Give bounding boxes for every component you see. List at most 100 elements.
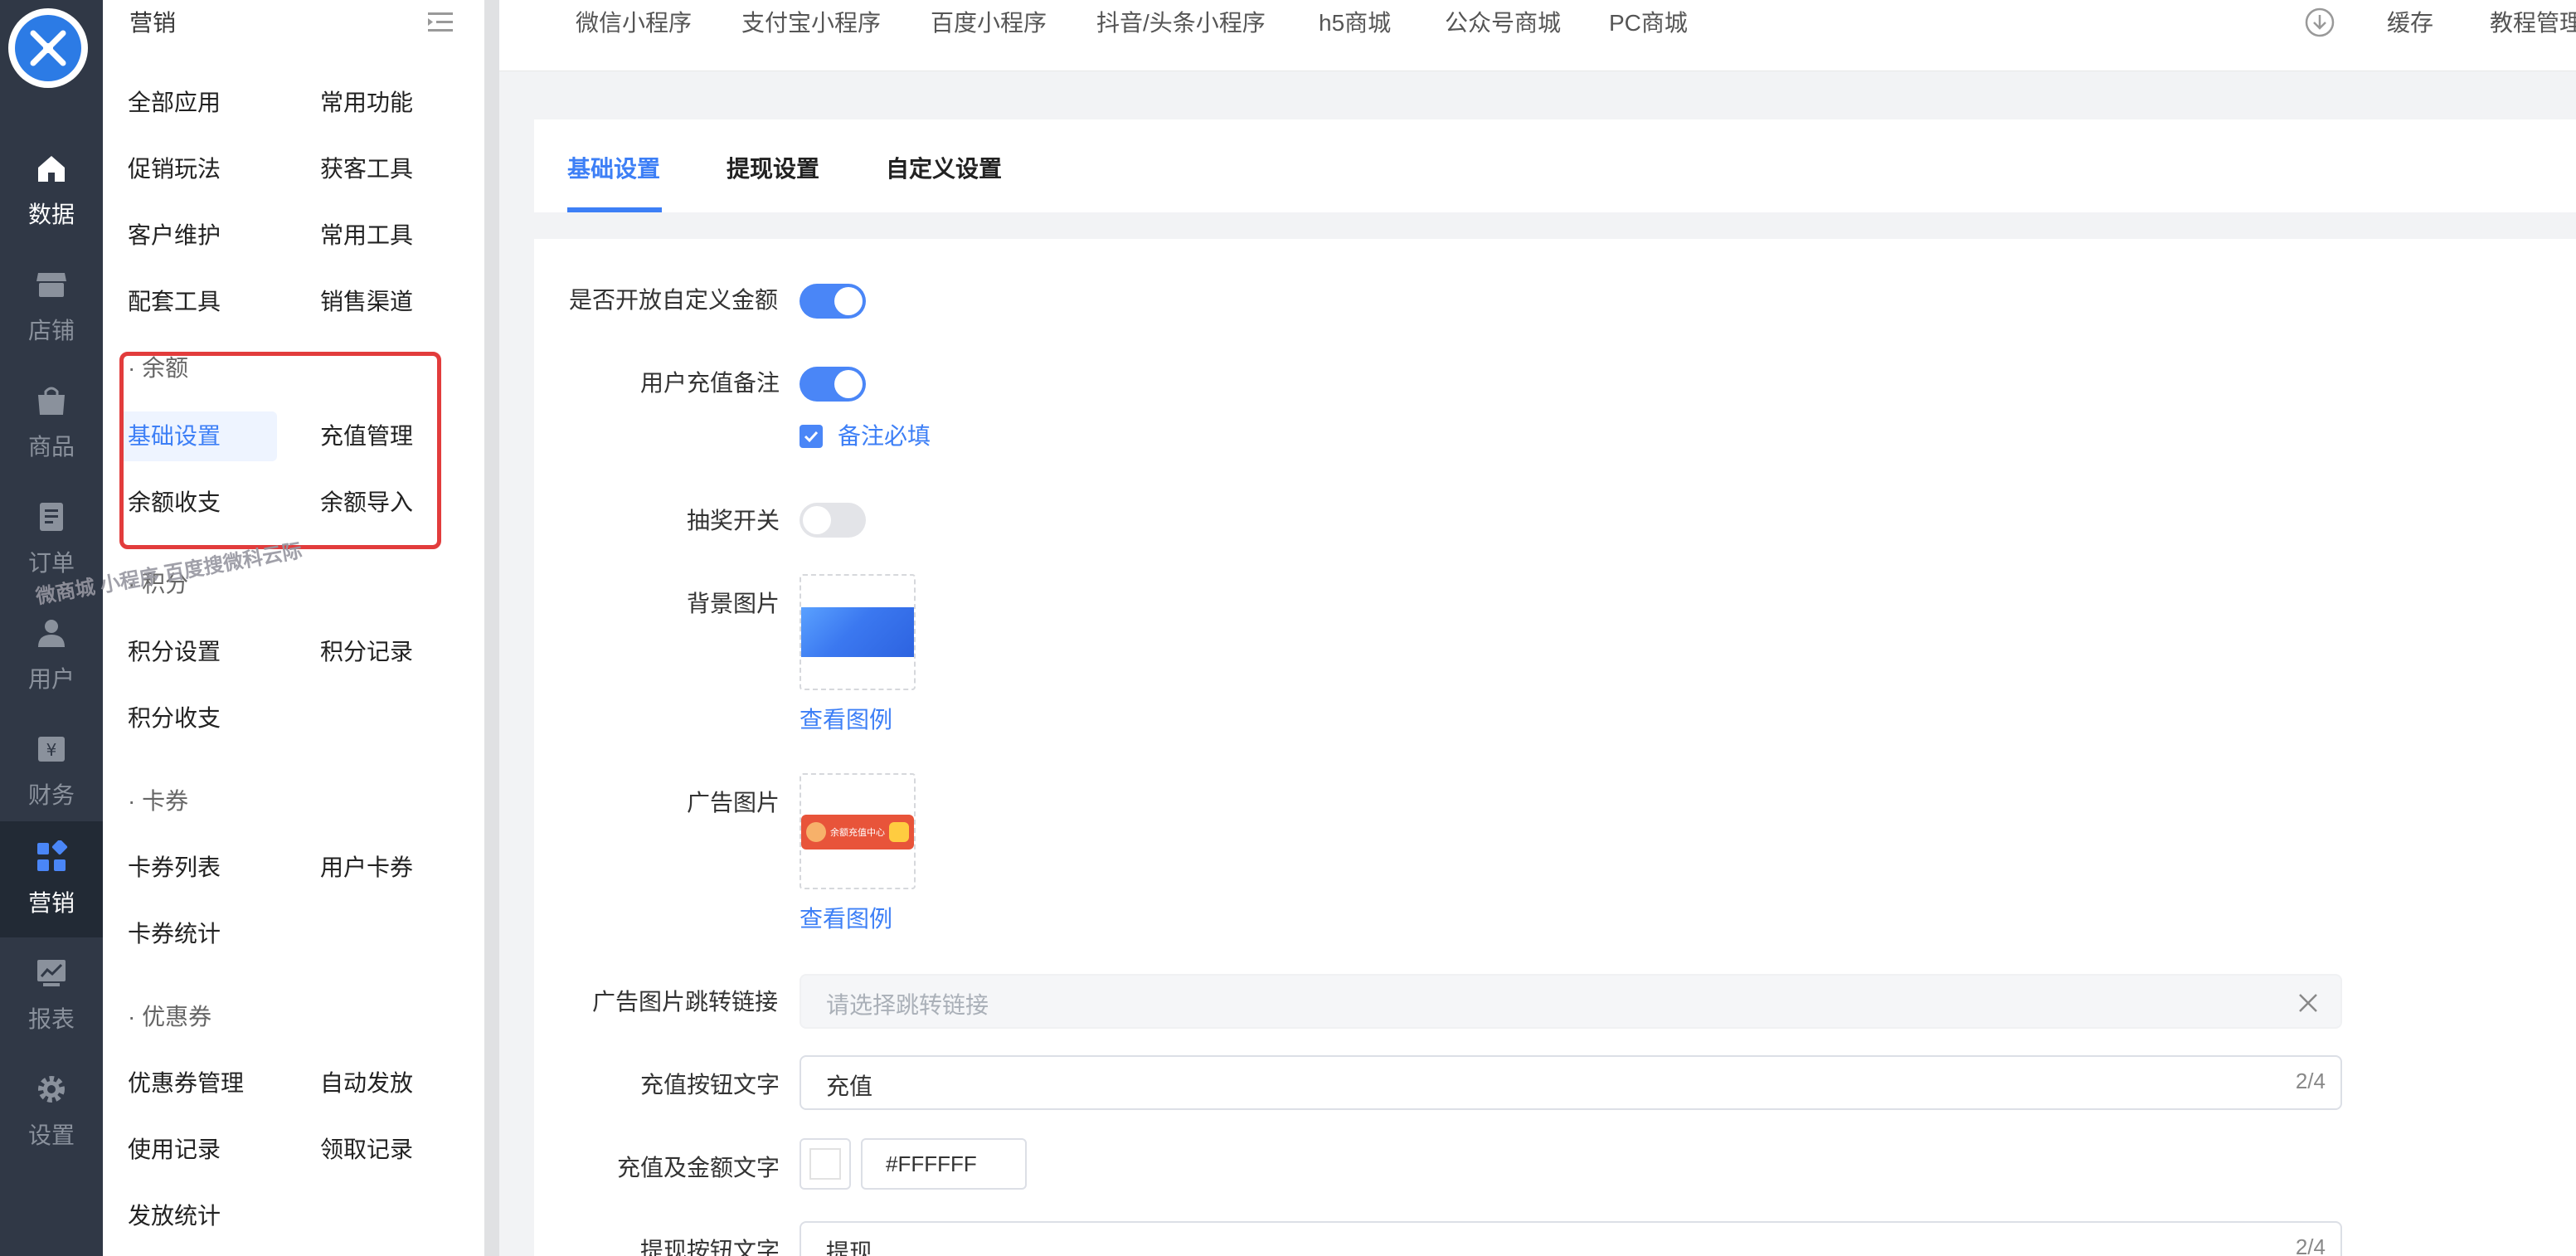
- nav-label: 报表: [27, 1006, 75, 1032]
- gift-icon: [889, 822, 909, 842]
- menu-link-points-ledger[interactable]: 积分收支: [128, 702, 221, 735]
- close-icon[interactable]: [2296, 991, 2321, 1015]
- ad-image-label: 广告图片: [687, 790, 780, 815]
- settings-tabs: 基础设置 提现设置 自定义设置: [534, 119, 2576, 212]
- nav-label: 营销: [27, 890, 75, 916]
- toggle-knob: [803, 506, 831, 534]
- user-remark-toggle[interactable]: [800, 367, 866, 402]
- tutorial-management-button[interactable]: 教程管理: [2490, 5, 2576, 38]
- annotation-highlight-box: [119, 352, 441, 549]
- recharge-color-label: 充值及金额文字: [617, 1155, 780, 1181]
- menu-link-card-list[interactable]: 卡券列表: [128, 851, 221, 884]
- ad-image-preview: 余额充值中心: [801, 815, 914, 850]
- withdraw-button-text-value: 提现: [826, 1239, 873, 1256]
- tab-withdraw-settings[interactable]: 提现设置: [727, 151, 819, 184]
- group-title-cards: · 卡券: [128, 788, 189, 814]
- home-icon: [38, 156, 65, 182]
- nav-label: 订单: [27, 550, 75, 576]
- coin-icon: [806, 822, 826, 842]
- lottery-toggle[interactable]: [800, 503, 866, 538]
- recharge-button-text-count: 2/4: [2295, 1069, 2326, 1093]
- panel-splitter[interactable]: [484, 0, 499, 1256]
- logo-icon: [15, 15, 81, 81]
- gear-icon: [38, 1076, 65, 1103]
- collapse-menu-icon[interactable]: [425, 7, 456, 38]
- tab-baidu-miniprogram[interactable]: 百度小程序: [931, 5, 1047, 38]
- download-icon[interactable]: [2304, 7, 2335, 38]
- nav-item-marketing[interactable]: 营销: [0, 821, 103, 937]
- checkmark-icon: [804, 431, 819, 443]
- nav-item-data[interactable]: 数据: [0, 133, 103, 249]
- toggle-knob: [834, 370, 863, 398]
- chart-icon: [37, 960, 66, 986]
- svg-text:¥: ¥: [46, 740, 57, 760]
- color-swatch-preview: [809, 1148, 841, 1180]
- ad-link-placeholder: 请选择跳转链接: [826, 992, 989, 1018]
- user-remark-label: 用户充值备注: [640, 370, 780, 396]
- menu-link-usage-records[interactable]: 使用记录: [128, 1133, 221, 1166]
- menu-link-claim-records[interactable]: 领取记录: [320, 1133, 413, 1166]
- ad-image-upload[interactable]: 余额充值中心: [800, 773, 916, 889]
- nav-item-users[interactable]: 用户: [0, 597, 103, 713]
- menu-link-points-settings[interactable]: 积分设置: [128, 635, 221, 669]
- app-logo[interactable]: [8, 8, 88, 88]
- withdraw-button-text-input[interactable]: 提现 2/4: [800, 1221, 2342, 1256]
- tab-pc-mall[interactable]: PC商城: [1609, 5, 1688, 38]
- nav-item-goods[interactable]: 商品: [0, 365, 103, 481]
- tab-wechat-miniprogram[interactable]: 微信小程序: [576, 5, 692, 38]
- custom-amount-toggle[interactable]: [800, 284, 866, 319]
- menu-link-user-cards[interactable]: 用户卡券: [320, 851, 413, 884]
- withdraw-button-text-count: 2/4: [2295, 1234, 2326, 1256]
- menu-link-points-records[interactable]: 积分记录: [320, 635, 413, 669]
- menu-link-common-functions[interactable]: 常用功能: [320, 86, 413, 119]
- finance-icon: ¥: [38, 737, 65, 762]
- bag-icon: [38, 387, 65, 415]
- menu-link-card-stats[interactable]: 卡券统计: [128, 918, 221, 951]
- menu-link-coupon-management[interactable]: 优惠券管理: [128, 1067, 244, 1100]
- nav-label: 用户: [27, 666, 75, 692]
- recharge-color-input[interactable]: #FFFFFF: [861, 1138, 1027, 1190]
- nav-item-reports[interactable]: 报表: [0, 937, 103, 1054]
- nav-item-finance[interactable]: ¥ 财务: [0, 713, 103, 830]
- tab-h5-mall[interactable]: h5商城: [1319, 5, 1391, 38]
- bg-image-label: 背景图片: [687, 591, 780, 616]
- tab-basic-settings[interactable]: 基础设置: [567, 151, 660, 184]
- nav-label: 商品: [27, 434, 75, 460]
- remark-required-label[interactable]: 备注必填: [838, 418, 931, 451]
- active-tab-underline: [567, 207, 662, 212]
- menu-link-common-tools[interactable]: 常用工具: [320, 219, 413, 252]
- cache-button[interactable]: 缓存: [2387, 5, 2433, 38]
- remark-required-checkbox[interactable]: [800, 425, 823, 448]
- bg-image-upload[interactable]: [800, 574, 916, 690]
- recharge-button-text-input[interactable]: 充值 2/4: [800, 1055, 2342, 1110]
- nav-label: 设置: [27, 1122, 75, 1148]
- recharge-color-picker[interactable]: [800, 1138, 851, 1190]
- menu-title: 营销: [129, 10, 177, 36]
- nav-label: 数据: [27, 202, 75, 227]
- toggle-knob: [834, 287, 863, 315]
- tab-custom-settings[interactable]: 自定义设置: [886, 151, 1002, 184]
- tab-douyin-miniprogram[interactable]: 抖音/头条小程序: [1096, 5, 1266, 38]
- tab-official-account-mall[interactable]: 公众号商城: [1445, 5, 1561, 38]
- menu-link-all-apps[interactable]: 全部应用: [128, 86, 221, 119]
- menu-link-support-tools[interactable]: 配套工具: [128, 285, 221, 319]
- menu-link-promotions[interactable]: 促销玩法: [128, 153, 221, 186]
- bg-image-preview: [801, 607, 914, 657]
- menu-link-sales-channels[interactable]: 销售渠道: [320, 285, 413, 319]
- menu-link-acquisition[interactable]: 获客工具: [320, 153, 413, 186]
- grid-icon: [37, 840, 68, 871]
- menu-link-customer-care[interactable]: 客户维护: [128, 219, 221, 252]
- nav-item-settings[interactable]: 设置: [0, 1054, 103, 1170]
- ad-link-select[interactable]: 请选择跳转链接: [800, 974, 2342, 1029]
- custom-amount-label: 是否开放自定义金额: [569, 287, 779, 313]
- store-icon: [36, 273, 66, 297]
- bg-image-example-link[interactable]: 查看图例: [800, 702, 892, 735]
- menu-link-issue-stats[interactable]: 发放统计: [128, 1200, 221, 1233]
- marketing-menu: 营销 全部应用 常用功能 促销玩法 获客工具 客户维护 常用工具 配套工具 销售…: [103, 0, 484, 1256]
- group-title-coupons: · 优惠券: [128, 1004, 212, 1030]
- ad-image-example-link[interactable]: 查看图例: [800, 901, 892, 934]
- nav-item-store[interactable]: 店铺: [0, 249, 103, 365]
- order-icon: [40, 503, 63, 531]
- menu-link-auto-issue[interactable]: 自动发放: [320, 1067, 413, 1100]
- tab-alipay-miniprogram[interactable]: 支付宝小程序: [741, 5, 881, 38]
